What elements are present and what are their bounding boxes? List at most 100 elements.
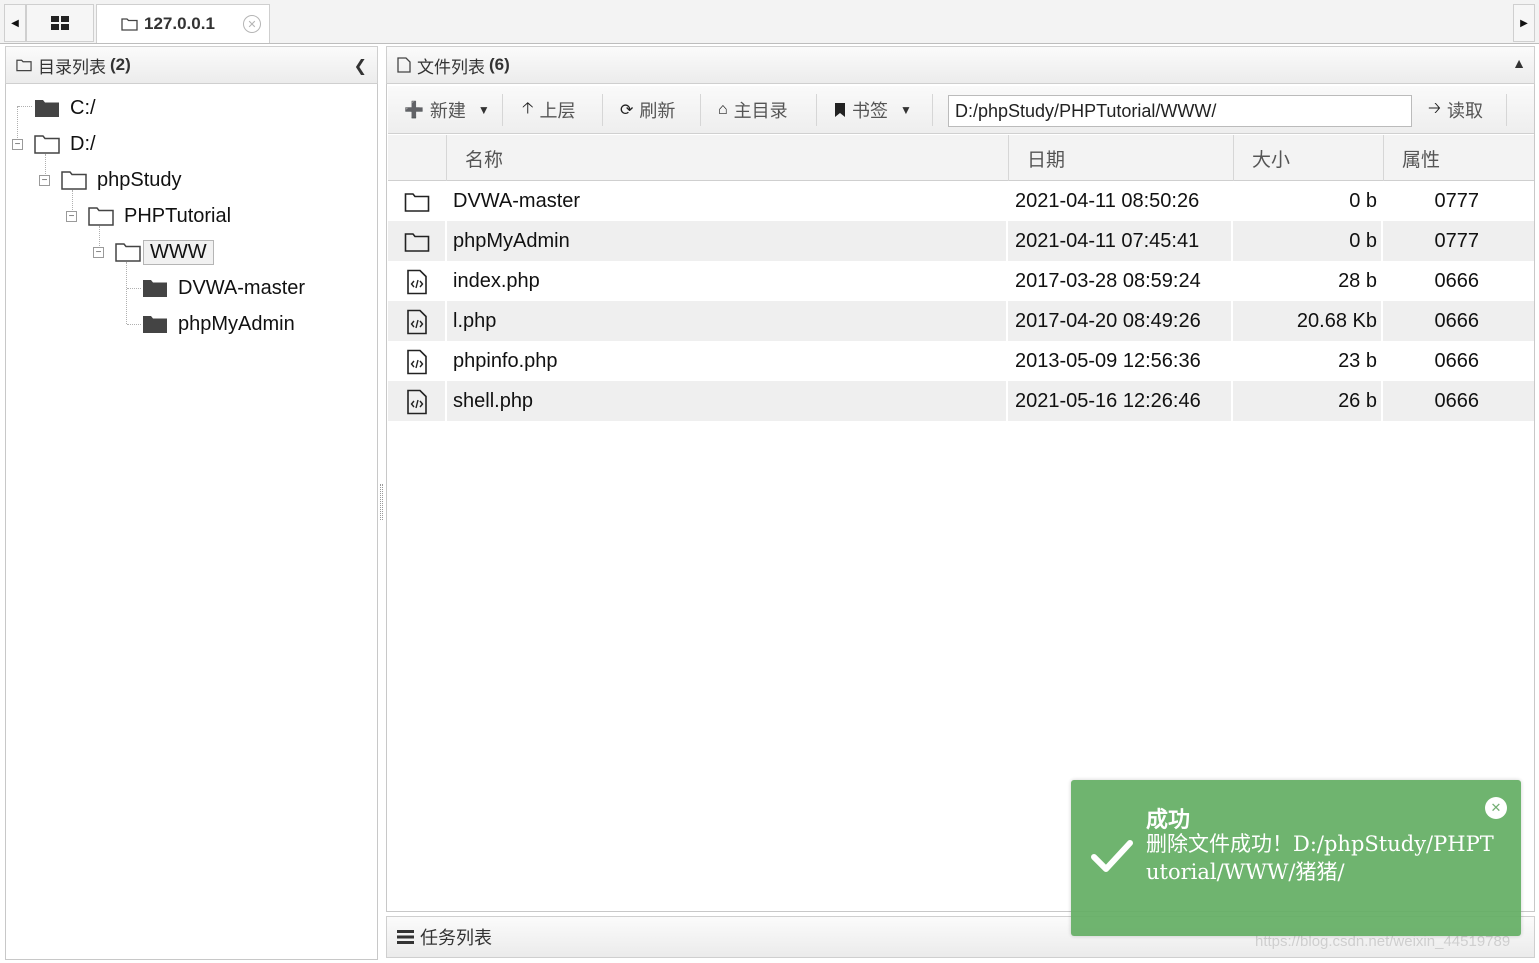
tree-toggle-collapse[interactable]: −: [66, 211, 77, 222]
tree-item-dvwa-master[interactable]: DVWA-master: [142, 273, 305, 303]
tree-connector: [18, 106, 32, 107]
directory-tree: C:/ − D:/ − phpStudy − PHPTutorial − WWW…: [6, 88, 376, 388]
cell-date: 2021-04-11 07:45:41: [1015, 229, 1200, 252]
column-separator: [1006, 301, 1008, 341]
column-separator: [1006, 341, 1008, 381]
column-separator: [1006, 181, 1008, 221]
column-header-name[interactable]: 名称: [446, 135, 1008, 181]
cell-attr: 0666: [1434, 269, 1480, 292]
column-separator: [1231, 221, 1233, 261]
tab-host-label: 127.0.0.1: [144, 14, 215, 33]
cell-attr: 0666: [1434, 309, 1480, 332]
column-separator: [1231, 381, 1233, 421]
cell-size: 0 b: [1349, 189, 1377, 212]
column-separator: [1381, 341, 1383, 381]
cell-date: 2021-05-16 12:26:46: [1015, 389, 1201, 412]
tab-home-grid[interactable]: [26, 4, 94, 42]
column-separator: [1231, 341, 1233, 381]
tree-item-phptutorial[interactable]: − PHPTutorial: [66, 201, 231, 231]
column-separator: [445, 181, 447, 221]
tab-bar: ◀ 127.0.0.1 ✕ ▶: [0, 0, 1539, 44]
chevron-up-icon[interactable]: ▲: [1512, 55, 1526, 71]
file-table: 名称 日期 大小 属性 DVWA-master 2021-04-11 08:50:…: [388, 135, 1534, 421]
table-header: 名称 日期 大小 属性: [388, 135, 1534, 181]
tree-item-c-drive[interactable]: C:/: [34, 93, 96, 123]
directory-panel-header: 目录列表 (2) ❮: [5, 46, 378, 84]
toolbar-divider: [1506, 94, 1507, 126]
folder-outline-icon: [115, 243, 141, 262]
read-path-button[interactable]: 🡢 读取: [1428, 94, 1483, 126]
column-separator: [1006, 261, 1008, 301]
directory-panel-title: 目录列表: [38, 57, 106, 77]
column-separator: [445, 261, 447, 301]
folder-filled-icon: [35, 100, 59, 117]
column-header-attr[interactable]: 属性: [1383, 135, 1534, 181]
cell-name: shell.php: [453, 389, 534, 412]
table-row[interactable]: phpinfo.php 2013-05-09 12:56:36 23 b 0666: [388, 341, 1534, 381]
refresh-button[interactable]: ⟳ 刷新: [620, 94, 675, 126]
tab-host[interactable]: 127.0.0.1 ✕: [96, 4, 270, 43]
folder-filled-icon: [143, 280, 167, 297]
column-separator: [1231, 301, 1233, 341]
triangle-left-icon: ◀: [11, 17, 19, 29]
cell-name: l.php: [453, 309, 497, 332]
tree-toggle-collapse[interactable]: −: [12, 139, 23, 150]
task-list-title: 任务列表: [420, 928, 492, 948]
tree-item-phpmyadmin[interactable]: phpMyAdmin: [142, 309, 295, 339]
table-row[interactable]: l.php 2017-04-20 08:49:26 20.68 Kb 0666: [388, 301, 1534, 341]
column-separator: [445, 381, 447, 421]
folder-outline-icon: [404, 229, 430, 255]
folder-outline-icon: [88, 207, 114, 226]
home-dir-button[interactable]: ⌂ 主目录: [718, 94, 788, 126]
file-panel-count: (6): [489, 55, 510, 74]
panel-splitter[interactable]: [380, 484, 383, 520]
cell-name: DVWA-master: [453, 189, 581, 212]
table-row[interactable]: index.php 2017-03-28 08:59:24 28 b 0666: [388, 261, 1534, 301]
home-icon: ⌂: [718, 101, 728, 118]
cell-size: 20.68 Kb: [1296, 309, 1377, 332]
caret-down-icon: ▼: [477, 103, 490, 117]
column-separator: [1006, 221, 1008, 261]
path-input[interactable]: [948, 95, 1412, 127]
tree-item-www[interactable]: − WWW: [93, 237, 214, 267]
bookmark-icon: [835, 103, 845, 117]
table-row[interactable]: phpMyAdmin 2021-04-11 07:45:41 0 b 0777: [388, 221, 1534, 261]
column-header-date[interactable]: 日期: [1008, 135, 1233, 181]
cell-date: 2017-04-20 08:49:26: [1015, 309, 1201, 332]
arrow-up-icon: 🡡: [522, 99, 534, 117]
triangle-right-icon: ▶: [1520, 17, 1528, 29]
checkmark-icon: [1091, 840, 1133, 872]
tree-toggle-collapse[interactable]: −: [39, 175, 50, 186]
cell-name: phpinfo.php: [453, 349, 558, 372]
cell-attr: 0777: [1434, 229, 1480, 252]
close-icon[interactable]: ✕: [243, 15, 261, 33]
scroll-tabs-right-button[interactable]: ▶: [1513, 4, 1535, 42]
column-separator: [445, 221, 447, 261]
column-separator: [1381, 221, 1383, 261]
new-button[interactable]: ➕ 新建 ▼: [404, 94, 490, 126]
tree-connector: [126, 262, 127, 324]
folder-filled-icon: [143, 316, 167, 333]
scroll-tabs-left-button[interactable]: ◀: [4, 4, 26, 42]
code-file-icon: [404, 389, 430, 415]
up-level-button[interactable]: 🡡 上层: [522, 94, 576, 126]
toast-message: 删除文件成功！D:/phpStudy/PHPTutorial/WWW/猪猪/: [1146, 832, 1494, 884]
arrow-right-icon: 🡢: [1428, 99, 1441, 117]
toolbar-divider: [700, 94, 701, 126]
close-icon[interactable]: ✕: [1485, 797, 1507, 819]
column-header-size[interactable]: 大小: [1233, 135, 1383, 181]
chevron-left-icon[interactable]: ❮: [354, 56, 367, 76]
tree-item-d-drive[interactable]: − D:/: [12, 129, 96, 159]
code-file-icon: [404, 269, 430, 295]
cell-attr: 0666: [1434, 389, 1480, 412]
bookmark-button[interactable]: 书签 ▼: [834, 94, 912, 126]
column-separator: [1006, 381, 1008, 421]
table-row[interactable]: DVWA-master 2021-04-11 08:50:26 0 b 0777: [388, 181, 1534, 221]
toolbar-divider: [816, 94, 817, 126]
list-icon: [397, 930, 414, 944]
folder-outline-icon: [16, 59, 32, 72]
caret-down-icon: ▼: [900, 103, 912, 117]
tree-item-phpstudy[interactable]: − phpStudy: [39, 165, 182, 195]
tree-toggle-collapse[interactable]: −: [93, 247, 104, 258]
table-row[interactable]: shell.php 2021-05-16 12:26:46 26 b 0666: [388, 381, 1534, 421]
